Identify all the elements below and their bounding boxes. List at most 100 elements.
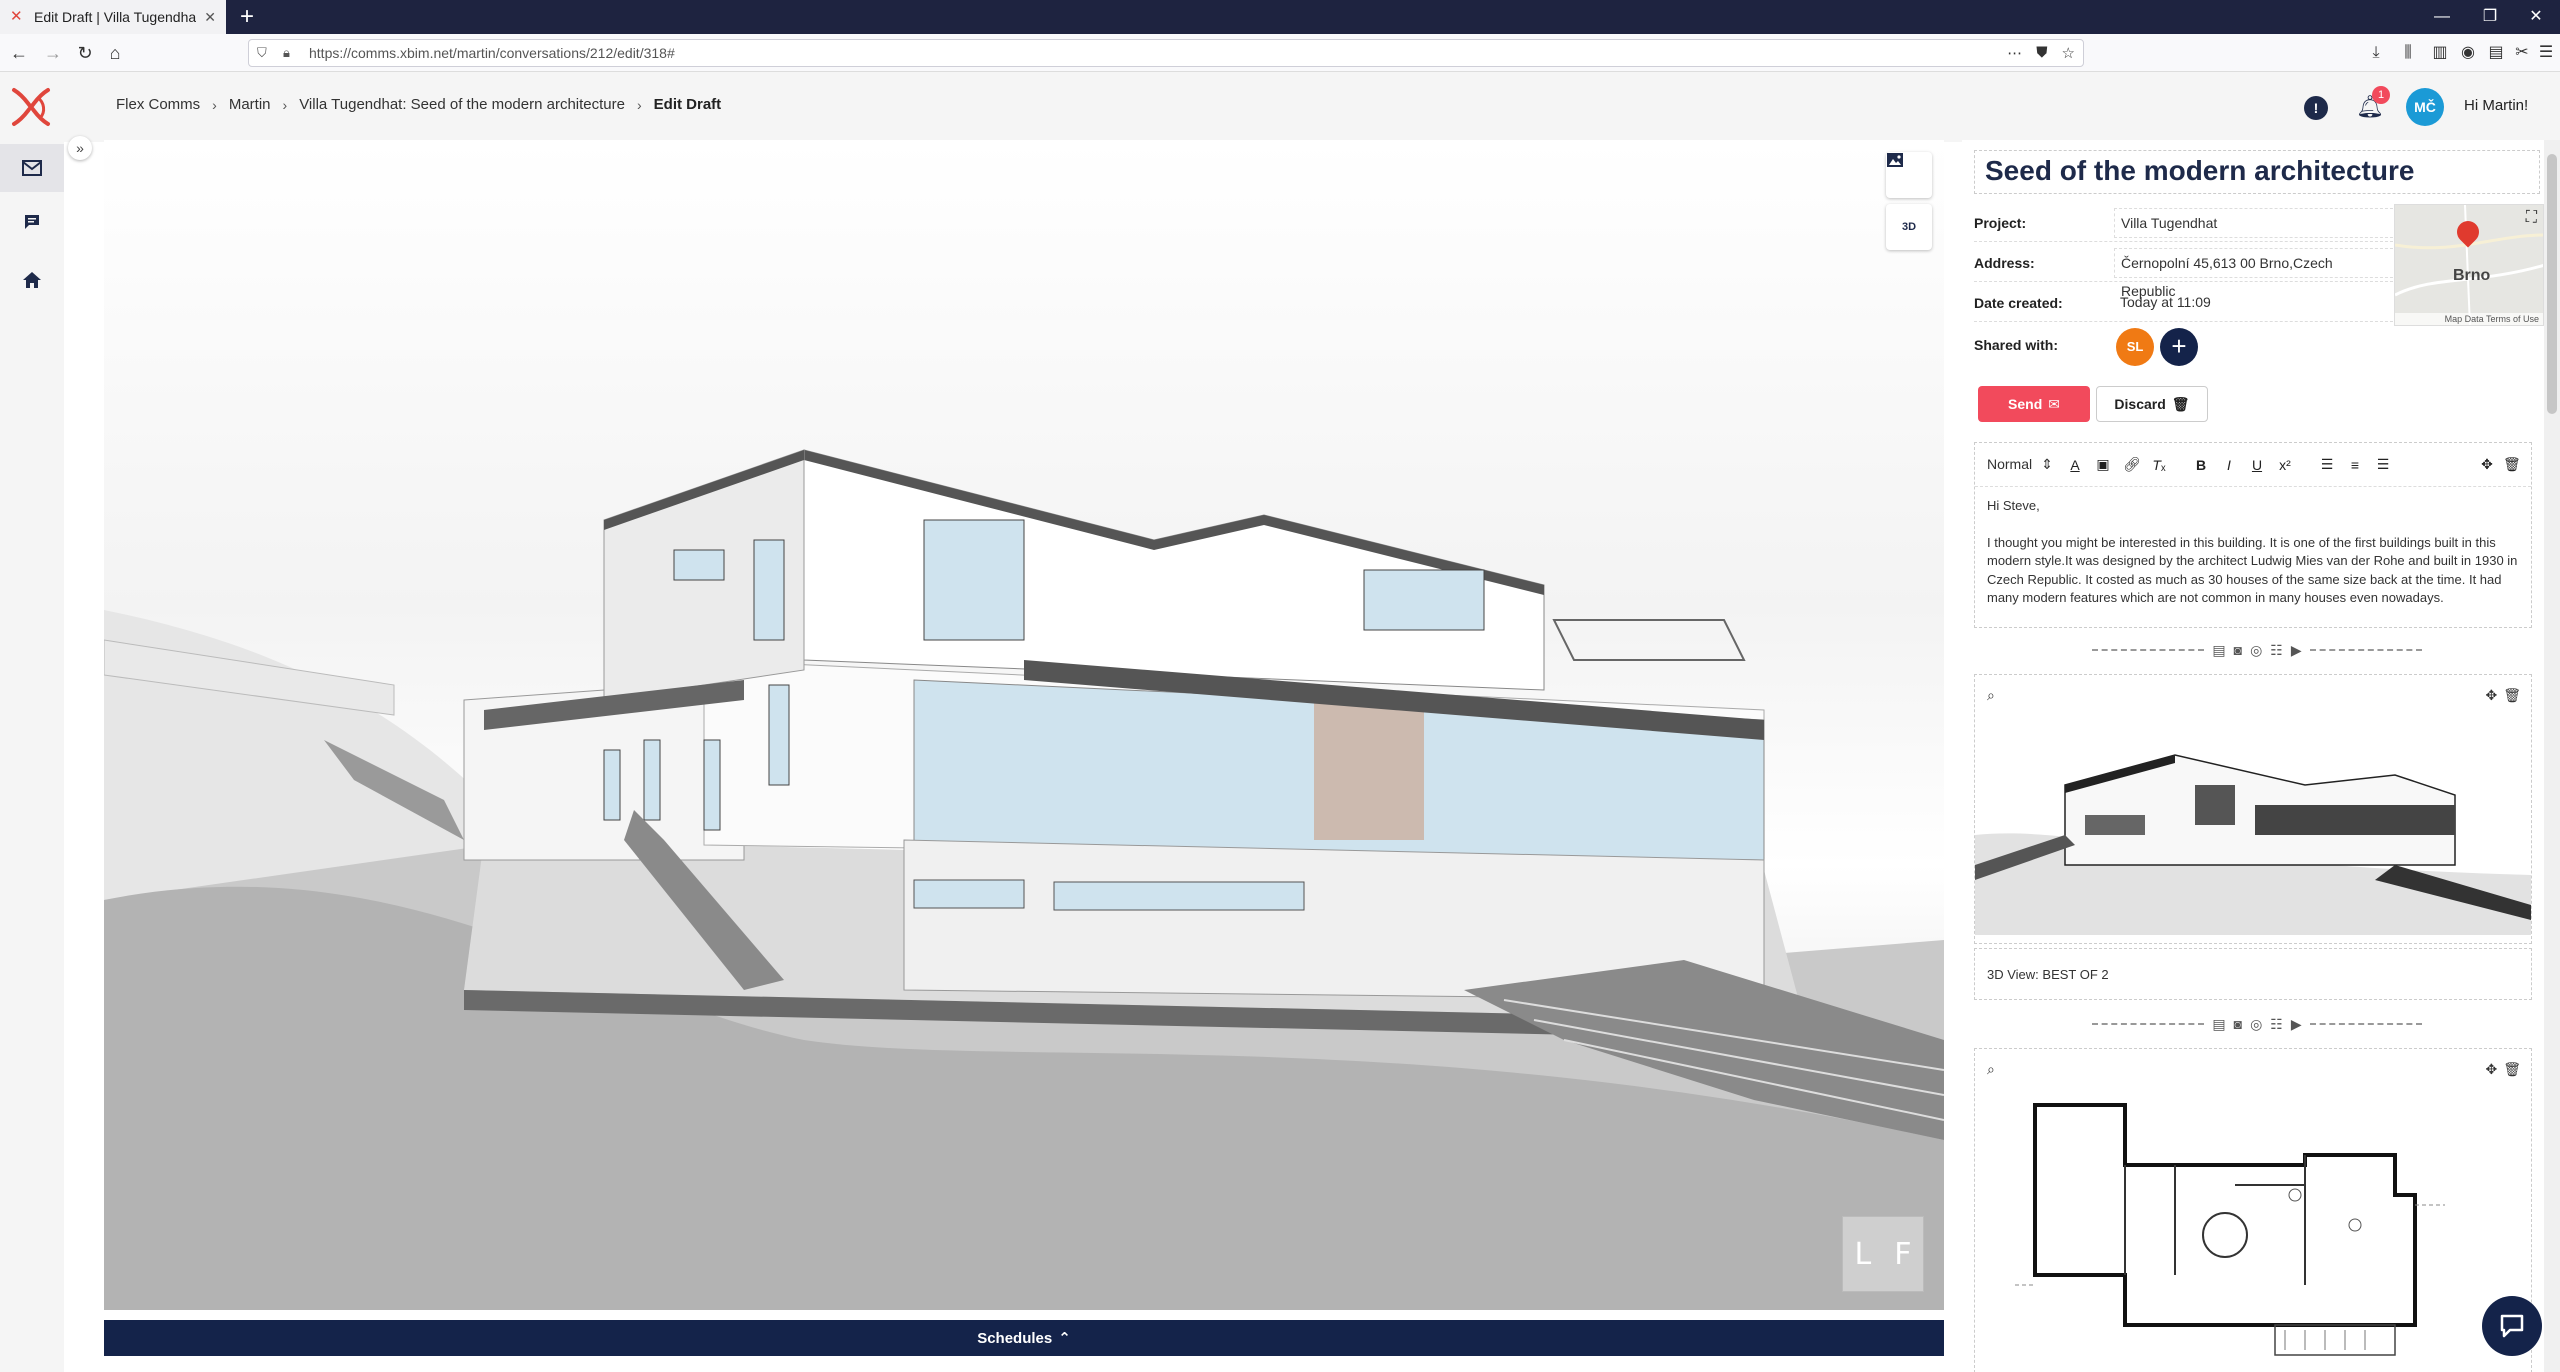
breadcrumb-current: Edit Draft — [653, 96, 722, 113]
insert-video-icon[interactable]: ▶ — [2291, 642, 2302, 659]
move-icon[interactable]: ✥ — [2485, 687, 2497, 704]
schedules-bar[interactable]: Schedules ⌃ — [104, 1320, 1944, 1356]
send-button[interactable]: Send ✉ — [1978, 386, 2090, 422]
underline-icon[interactable]: U — [2249, 457, 2265, 473]
breadcrumb-martin[interactable]: Martin — [229, 96, 271, 113]
sketch-render-image[interactable] — [1975, 715, 2531, 935]
insert-comment-icon[interactable]: ▤ — [2212, 642, 2225, 659]
image-block-3d-view[interactable]: ⌕ ✥ 🗑︎ — [1974, 674, 2532, 944]
map-city-label: Brno — [2453, 267, 2491, 284]
insert-camera-icon[interactable]: ◙ — [2234, 642, 2242, 658]
zoom-icon[interactable]: ⌕ — [1987, 1061, 1995, 1078]
close-window-icon[interactable]: ✕ — [2512, 0, 2560, 34]
ordered-list-icon[interactable]: ☰ — [2319, 456, 2335, 473]
sidebar-toggle-icon[interactable]: ▥ — [2428, 42, 2452, 64]
support-chat-button[interactable] — [2482, 1296, 2542, 1356]
zoom-icon[interactable]: ⌕ — [1987, 687, 1995, 704]
move-icon[interactable]: ✥ — [2479, 456, 2495, 473]
panel-scrollbar[interactable] — [2544, 140, 2560, 1372]
draft-title[interactable]: Seed of the modern architecture — [1974, 150, 2540, 194]
url-text[interactable]: https://comms.xbim.net/martin/conversati… — [309, 45, 2007, 61]
insert-view-icon[interactable]: ◎ — [2250, 1016, 2262, 1033]
user-avatar[interactable]: MČ — [2406, 88, 2444, 126]
chevron-up-icon: ⌃ — [1058, 1330, 1071, 1347]
highlight-icon[interactable]: ▣ — [2095, 456, 2111, 473]
bookmark-star-icon[interactable]: ☆ — [2062, 44, 2075, 62]
image-block-floor-plan[interactable]: ⌕ ✥ 🗑︎ — [1974, 1048, 2532, 1372]
building-render[interactable] — [104, 140, 1944, 1310]
insert-video-icon[interactable]: ▶ — [2291, 1016, 2302, 1033]
home-page-icon[interactable]: ⌂ — [100, 38, 130, 68]
3d-view-icon[interactable]: 3D — [1886, 204, 1932, 250]
browser-tab[interactable]: ✕ Edit Draft | Villa Tugendhat: Se ✕ — [0, 0, 226, 34]
location-map[interactable]: Brno ⛶ Map Data Terms of Use — [2394, 204, 2544, 326]
delete-block-icon[interactable]: 🗑︎ — [2503, 687, 2521, 704]
superscript-icon[interactable]: x² — [2277, 457, 2293, 473]
delete-block-icon[interactable]: 🗑︎ — [2503, 1061, 2521, 1078]
rich-text-editor[interactable]: Normal ⇕ A ▣ 🔗︎ Tₓ B I U x² ☰ ≡ ☰ ✥ 🗑︎ H… — [1974, 442, 2532, 628]
mail-icon[interactable] — [0, 144, 64, 192]
breadcrumb-conversation[interactable]: Villa Tugendhat: Seed of the modern arch… — [299, 96, 625, 113]
map-footer[interactable]: Map Data Terms of Use — [2395, 313, 2543, 325]
new-tab-button[interactable]: + — [232, 2, 262, 32]
align-icon[interactable]: ☰ — [2375, 456, 2391, 473]
more-actions-icon[interactable]: ⋯ — [2007, 44, 2022, 62]
link-icon[interactable]: 🔗︎ — [2123, 456, 2141, 473]
restore-icon[interactable]: ❐ — [2466, 0, 2514, 34]
forward-icon[interactable]: → — [38, 38, 68, 68]
clear-format-icon[interactable]: Tₓ — [2151, 457, 2167, 473]
user-greeting[interactable]: Hi Martin! — [2464, 97, 2528, 114]
text-color-icon[interactable]: A — [2067, 457, 2083, 473]
chat-icon[interactable] — [0, 198, 64, 246]
shared-user-avatar[interactable]: SL — [2116, 328, 2154, 366]
date-label: Date created: — [1974, 294, 2063, 311]
nav-cube-left-face[interactable]: L — [1855, 1237, 1872, 1272]
address-label: Address: — [1974, 254, 2035, 271]
project-field[interactable]: Villa Tugendhat — [2114, 207, 2398, 238]
address-field[interactable]: Černopolní 45,613 00 Brno,Czech Republic — [2114, 247, 2398, 299]
menu-icon[interactable]: ☰ — [2534, 42, 2558, 64]
url-bar[interactable]: ⛉ 🔒︎ https://comms.xbim.net/martin/conve… — [248, 39, 2084, 67]
minimize-icon[interactable]: — — [2418, 0, 2466, 34]
delete-block-icon[interactable]: 🗑︎ — [2503, 456, 2521, 473]
add-share-button[interactable]: + — [2160, 328, 2198, 366]
screenshot-icon[interactable]: ✂ — [2510, 42, 2534, 64]
nav-cube[interactable]: L F — [1842, 1216, 1924, 1292]
expand-sidebar-button[interactable]: » — [68, 136, 92, 160]
insert-list-icon[interactable]: ☷ — [2270, 642, 2283, 659]
italic-icon[interactable]: I — [2221, 457, 2237, 473]
insert-view-icon[interactable]: ◎ — [2250, 642, 2262, 659]
extensions-icon[interactable]: ▤ — [2484, 42, 2508, 64]
back-icon[interactable]: ← — [4, 38, 34, 68]
account-icon[interactable]: ◉ — [2456, 42, 2480, 64]
lock-icon[interactable]: 🔒︎ — [283, 45, 303, 61]
bold-icon[interactable]: B — [2193, 457, 2209, 473]
breadcrumb-flex-comms[interactable]: Flex Comms — [116, 96, 200, 113]
editor-content[interactable]: Hi Steve, I thought you might be interes… — [1975, 487, 2531, 636]
move-icon[interactable]: ✥ — [2485, 1061, 2497, 1078]
library-icon[interactable]: ⫼ — [2396, 42, 2420, 64]
insert-list-icon[interactable]: ☷ — [2270, 1016, 2283, 1033]
alert-icon[interactable]: ! — [2304, 96, 2328, 120]
home-icon[interactable] — [0, 256, 64, 304]
floor-plan-image[interactable] — [1975, 1085, 2531, 1372]
xbim-logo[interactable] — [8, 84, 54, 130]
pocket-icon[interactable]: ⛊ — [2036, 44, 2047, 62]
format-select[interactable]: Normal ⇕ — [1987, 456, 2053, 473]
downloads-icon[interactable]: ⤓ — [2364, 42, 2388, 64]
nav-cube-front-face[interactable]: F — [1894, 1237, 1911, 1272]
tracking-shield-icon[interactable]: ⛉ — [257, 45, 277, 61]
reload-icon[interactable]: ↻ — [70, 38, 100, 68]
fullscreen-icon[interactable]: ⛶ — [2526, 209, 2537, 227]
discard-button[interactable]: Discard 🗑︎ — [2096, 386, 2208, 422]
close-tab-icon[interactable]: ✕ — [204, 9, 216, 26]
browser-nav-bar: ← → ↻ ⌂ ⛉ 🔒︎ https://comms.xbim.net/mart… — [0, 34, 2560, 72]
image-icon[interactable] — [1886, 152, 1932, 198]
image-caption[interactable]: 3D View: BEST OF 2 — [1974, 948, 2532, 1000]
notification-badge: 1 — [2372, 86, 2390, 104]
scrollbar-thumb[interactable] — [2547, 154, 2557, 414]
3d-viewer[interactable]: 3D L F — [104, 140, 1944, 1310]
bullet-list-icon[interactable]: ≡ — [2347, 457, 2363, 473]
insert-camera-icon[interactable]: ◙ — [2234, 1016, 2242, 1032]
insert-comment-icon[interactable]: ▤ — [2212, 1016, 2225, 1033]
